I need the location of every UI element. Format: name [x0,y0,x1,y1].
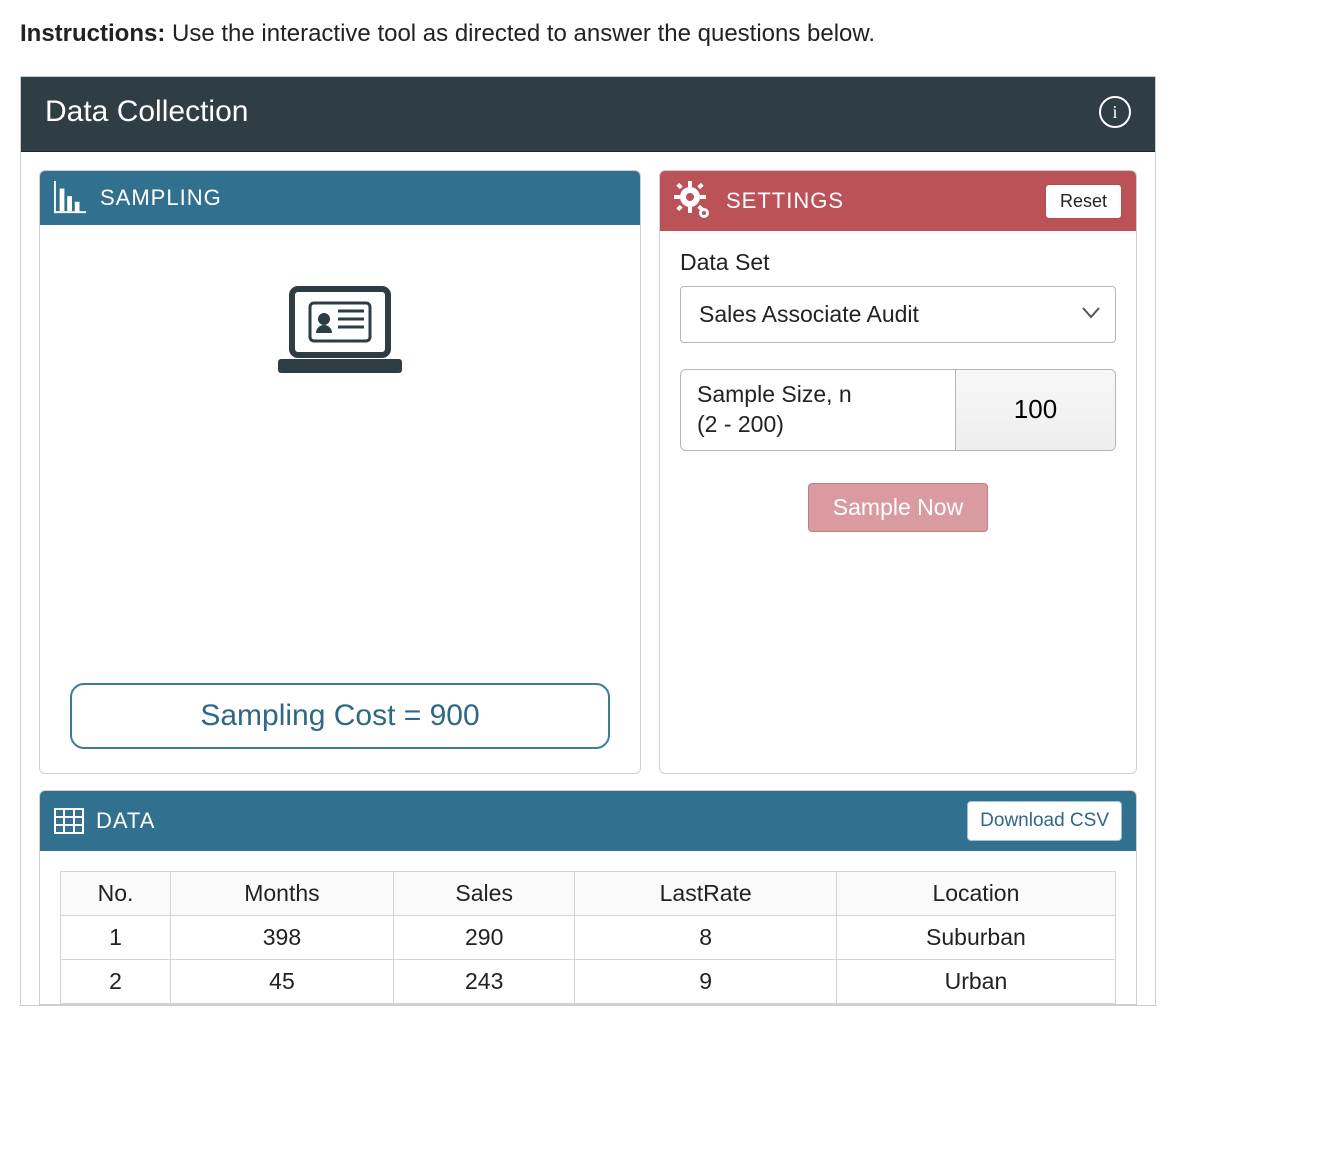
settings-panel: SETTINGS Reset Data Set Sales Associate … [659,170,1137,774]
settings-body: Data Set Sales Associate Audit Sample Si… [660,231,1136,550]
laptop-graphic [274,285,406,386]
sampling-cost-value: 900 [430,699,480,732]
cell: 2 [61,960,171,1004]
cell: 8 [575,916,836,960]
sample-size-label-line1: Sample Size, n [697,381,852,407]
sample-size-label-line2: (2 - 200) [697,411,784,437]
sample-size-field: Sample Size, n (2 - 200) [680,369,1116,451]
col-no: No. [61,872,171,916]
cell: 1 [61,916,171,960]
col-months: Months [171,872,394,916]
cell: Suburban [836,916,1115,960]
sample-size-label: Sample Size, n (2 - 200) [681,370,955,450]
cell: 9 [575,960,836,1004]
instructions-text: Use the interactive tool as directed to … [172,20,875,47]
col-sales: Sales [393,872,575,916]
reset-button[interactable]: Reset [1045,184,1122,219]
sampling-header-label: SAMPLING [100,185,222,211]
table-icon [54,808,84,834]
download-csv-button[interactable]: Download CSV [967,801,1122,841]
panels-row: SAMPLING S [21,152,1155,784]
gear-icon [674,181,714,221]
table-row: 2 45 243 9 Urban [61,960,1116,1004]
sampling-cost-box: Sampling Cost = 900 [70,683,610,749]
title-bar: Data Collection i [21,77,1155,152]
sample-now-button[interactable]: Sample Now [808,483,988,532]
cell: 45 [171,960,394,1004]
sampling-panel: SAMPLING S [39,170,641,774]
data-header-label: DATA [96,808,155,834]
cell: Urban [836,960,1115,1004]
data-body: No. Months Sales LastRate Location 1 398… [40,851,1136,1004]
table-header-row: No. Months Sales LastRate Location [61,872,1116,916]
app-frame: Data Collection i SAMPLING [20,76,1156,1006]
data-panel: DATA Download CSV No. Months Sales LastR… [39,790,1137,1005]
dataset-label: Data Set [680,249,1116,276]
settings-header: SETTINGS Reset [660,171,1136,231]
col-lastrate: LastRate [575,872,836,916]
table-row: 1 398 290 8 Suburban [61,916,1116,960]
sampling-cost-label: Sampling Cost = [200,699,429,732]
data-header: DATA Download CSV [40,791,1136,851]
instructions-line: Instructions: Use the interactive tool a… [20,20,1310,48]
instructions-label: Instructions: [20,20,165,47]
col-location: Location [836,872,1115,916]
bar-chart-icon [54,181,88,215]
cell: 398 [171,916,394,960]
cell: 290 [393,916,575,960]
dataset-field: Data Set Sales Associate Audit [680,249,1116,343]
sample-size-input[interactable] [955,370,1115,450]
cell: 243 [393,960,575,1004]
app-title: Data Collection [45,95,248,129]
settings-header-label: SETTINGS [726,188,844,214]
sampling-body: Sampling Cost = 900 [40,225,640,773]
sampling-header: SAMPLING [40,171,640,225]
info-icon[interactable]: i [1099,96,1131,128]
dataset-select[interactable]: Sales Associate Audit [680,286,1116,343]
data-table: No. Months Sales LastRate Location 1 398… [60,871,1116,1004]
